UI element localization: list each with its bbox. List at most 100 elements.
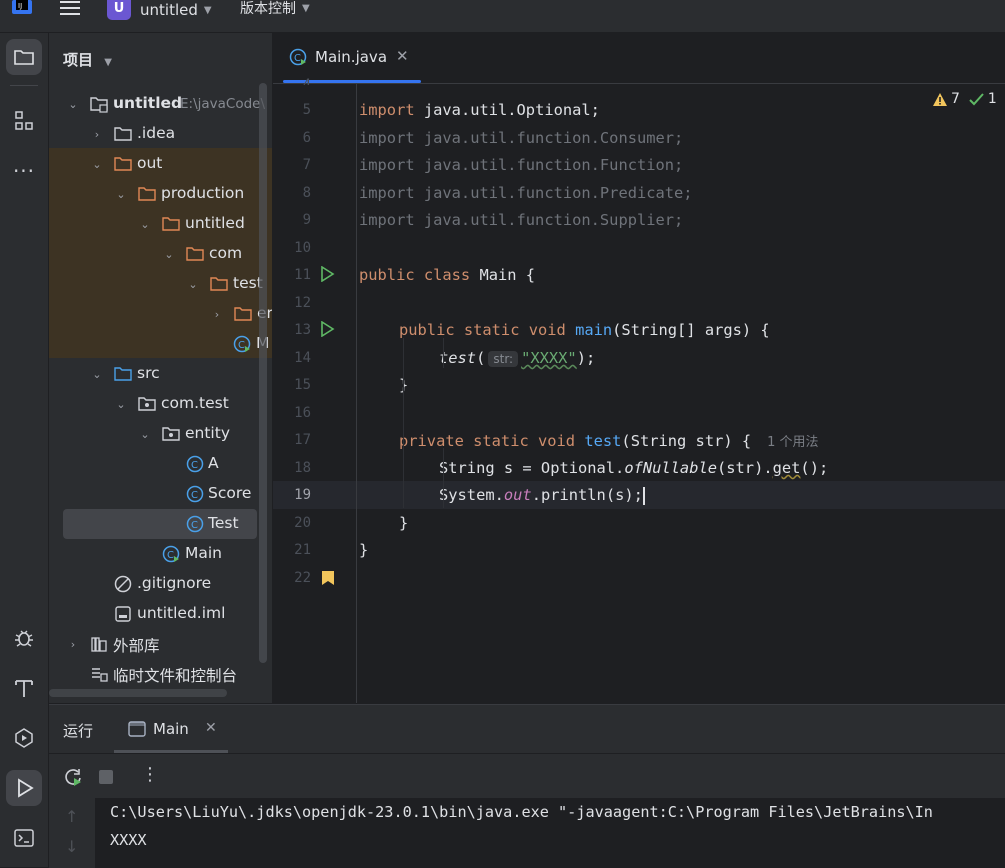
expand-arrow-icon[interactable]: ⌄	[186, 269, 200, 299]
expand-arrow-icon[interactable]: ⌄	[114, 179, 128, 209]
vcs-menu[interactable]: 版本控制 ▼	[240, 0, 310, 17]
tree-item-main-out[interactable]: C M	[49, 329, 272, 359]
tree-item-entity-out[interactable]: › er	[49, 299, 272, 329]
svg-text:C: C	[294, 53, 301, 64]
project-tool-button[interactable]	[6, 39, 42, 75]
expand-arrow-icon[interactable]: ⌄	[138, 209, 152, 239]
tree-item-iml[interactable]: untitled.iml	[49, 599, 272, 629]
tree-item-src[interactable]: ⌄ src	[49, 359, 272, 389]
code-line-17[interactable]: private static void test(String str) {1 …	[399, 431, 819, 450]
code-line-21[interactable]: }	[359, 541, 368, 559]
code-line-18[interactable]: String s = Optional.ofNullable(str).get(…	[439, 459, 828, 477]
tree-item-production[interactable]: ⌄ production	[49, 179, 272, 209]
tree-label: com	[209, 244, 243, 262]
project-selector[interactable]: U untitled ▼	[107, 0, 212, 20]
line-number: 7	[302, 157, 311, 173]
svg-text:C: C	[191, 490, 198, 501]
collapsed-arrow-icon[interactable]: ›	[66, 629, 80, 659]
tree-item-idea[interactable]: › .idea	[49, 119, 272, 149]
tree-item-class-test[interactable]: C Test	[49, 509, 272, 539]
expand-arrow-icon[interactable]: ⌄	[90, 359, 104, 389]
horizontal-scrollbar[interactable]	[49, 689, 227, 697]
arrow-down-icon[interactable]: ↓	[65, 837, 78, 856]
run-gutter-icon[interactable]	[319, 266, 335, 282]
main-menu-icon[interactable]	[60, 0, 82, 16]
code-line-8[interactable]: import java.util.function.Predicate;	[359, 184, 693, 202]
expand-arrow-icon[interactable]: ⌄	[114, 389, 128, 419]
expand-arrow-icon[interactable]: ⌄	[90, 149, 104, 179]
tree-item-gitignore[interactable]: .gitignore	[49, 569, 272, 599]
code-line-5[interactable]: import java.util.Optional;	[359, 101, 600, 119]
arrow-up-icon[interactable]: ↑	[65, 807, 78, 826]
project-panel-title: 项目	[63, 51, 94, 69]
class-icon: C	[186, 455, 204, 473]
excluded-folder-icon	[234, 307, 252, 321]
expand-arrow-icon[interactable]: ⌄	[138, 419, 152, 449]
stop-icon[interactable]	[99, 770, 113, 784]
tree-item-class-main[interactable]: C Main	[49, 539, 272, 569]
code-line-6[interactable]: import java.util.function.Consumer;	[359, 129, 683, 147]
tree-item-class-a[interactable]: C A	[49, 449, 272, 479]
close-icon[interactable]: ✕	[396, 47, 409, 65]
tree-item-test[interactable]: ⌄ test	[49, 269, 272, 299]
code-line-7[interactable]: import java.util.function.Function;	[359, 156, 683, 174]
code-line-14[interactable]: test(str: "XXXX");	[439, 349, 595, 367]
tree-item-scratches[interactable]: 临时文件和控制台	[49, 659, 272, 689]
bookmark-icon[interactable]	[321, 570, 335, 586]
more-vertical-icon[interactable]: ⋮	[141, 764, 159, 785]
code-line-11[interactable]: public class Main {	[359, 266, 535, 284]
terminal-tool-button[interactable]	[6, 820, 42, 856]
expand-arrow-icon[interactable]: ⌄	[162, 239, 176, 269]
tree-label: out	[137, 154, 163, 172]
tree-item-external-libraries[interactable]: › 外部库	[49, 629, 272, 659]
services-tool-button[interactable]	[6, 720, 42, 756]
root-path: E:\javaCode\	[180, 96, 266, 112]
debug-tool-button[interactable]	[6, 620, 42, 656]
code-line-9[interactable]: import java.util.function.Supplier;	[359, 211, 683, 229]
tree-item-com[interactable]: ⌄ com	[49, 239, 272, 269]
usage-hint[interactable]: 1 个用法	[767, 435, 818, 450]
line-number: 13	[294, 322, 311, 338]
tree-item-class-score[interactable]: C Score	[49, 479, 272, 509]
code-line-13[interactable]: public static void main(String[] args) {	[399, 321, 770, 339]
build-tool-button[interactable]	[6, 670, 42, 706]
tree-item-out[interactable]: ⌄ out	[49, 149, 272, 179]
tab-run-main[interactable]: Main ✕	[114, 705, 228, 753]
more-icon: ···	[12, 159, 36, 183]
svg-text:C: C	[191, 460, 198, 471]
tree-item-comtest[interactable]: ⌄ com.test	[49, 389, 272, 419]
class-icon: C	[186, 485, 204, 503]
close-icon[interactable]: ✕	[205, 720, 217, 736]
indent-guide	[443, 448, 444, 508]
line-number: 8	[302, 185, 311, 201]
structure-tool-button[interactable]	[6, 103, 42, 139]
collapsed-arrow-icon[interactable]: ›	[90, 119, 104, 149]
line-number: 14	[294, 350, 311, 366]
run-gutter-icon[interactable]	[319, 321, 335, 337]
project-panel-header[interactable]: 项目 ▼	[63, 49, 112, 70]
collapsed-arrow-icon[interactable]: ›	[210, 299, 224, 329]
code-line-20[interactable]: }	[399, 514, 408, 532]
chevron-down-icon: ▼	[203, 4, 212, 16]
editor-tab-bar: C Main.java ✕	[273, 33, 1005, 84]
vertical-scrollbar[interactable]	[259, 83, 267, 663]
tree-item-untitled[interactable]: ⌄ untitled	[49, 209, 272, 239]
run-tool-button[interactable]	[6, 770, 42, 806]
svg-text:C: C	[238, 340, 245, 351]
tab-label: Main	[153, 720, 189, 738]
svg-text:C: C	[191, 520, 198, 531]
tree-label: com.test	[161, 394, 229, 412]
line-number-current: 19	[294, 487, 311, 503]
check-count: 1	[987, 91, 997, 107]
inspection-widget[interactable]: 7 1	[932, 91, 997, 107]
more-tools-button[interactable]: ···	[6, 153, 42, 189]
expand-arrow-icon[interactable]: ⌄	[66, 89, 80, 119]
tab-main-java[interactable]: C Main.java ✕	[283, 33, 421, 83]
excluded-folder-icon	[186, 247, 204, 261]
rerun-icon[interactable]	[63, 767, 83, 787]
tree-item-entity[interactable]: ⌄ entity	[49, 419, 272, 449]
class-run-icon: C	[233, 335, 251, 353]
package-icon	[162, 427, 180, 441]
code-line-19[interactable]: System.out.println(s);	[439, 486, 645, 505]
tree-item-root[interactable]: ⌄ untitled E:\javaCode\	[49, 89, 272, 119]
